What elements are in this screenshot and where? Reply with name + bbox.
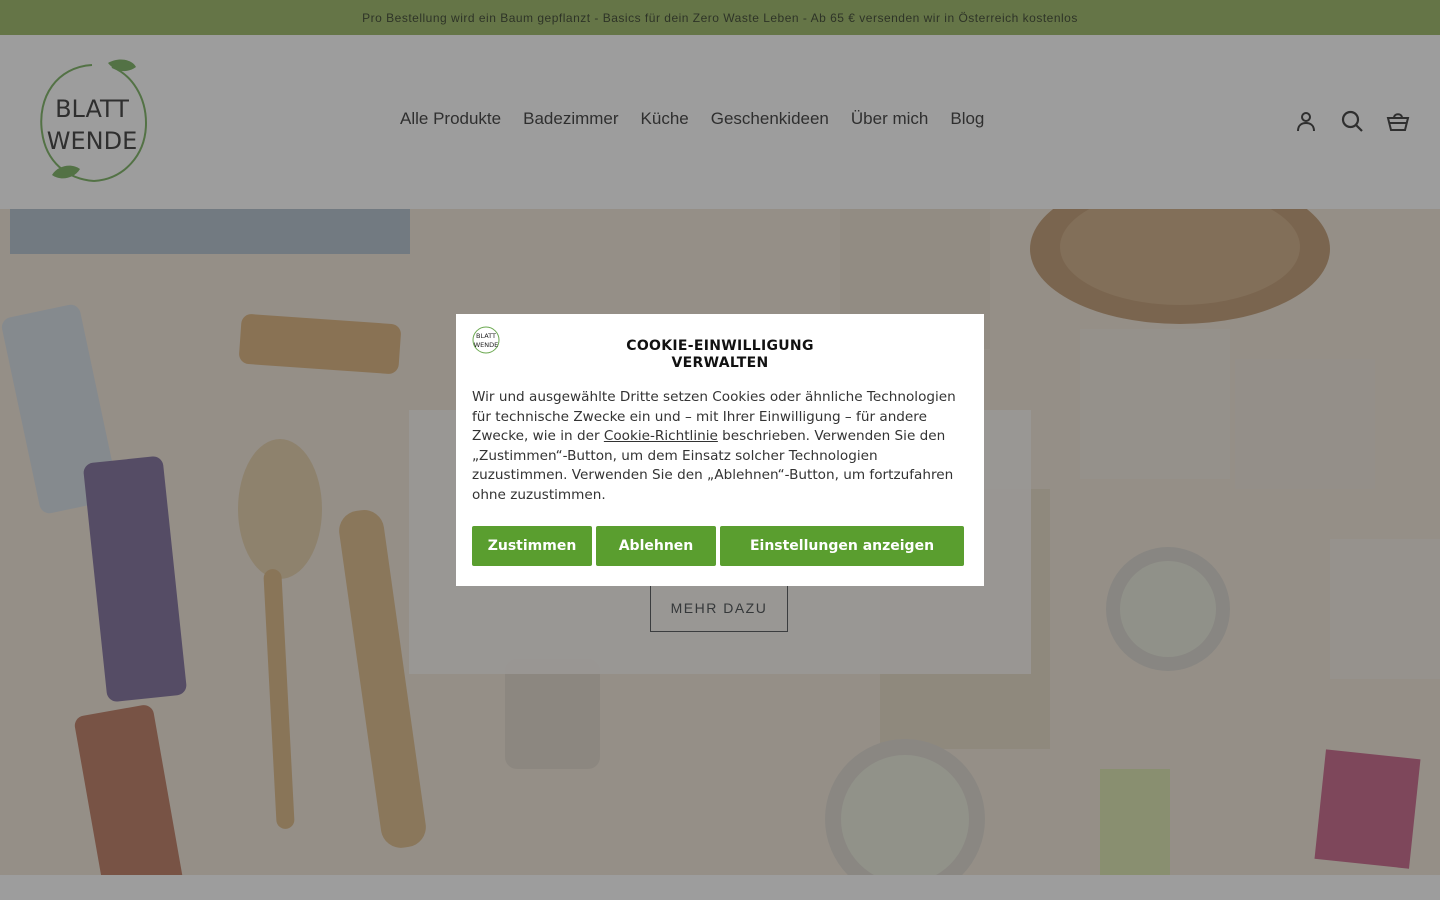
dialog-logo: BLATT WENDE [471, 322, 501, 358]
dialog-title-line1: COOKIE-EINWILLIGUNG [626, 338, 814, 354]
reject-button[interactable]: Ablehnen [596, 526, 716, 566]
dialog-body: Wir und ausgewählte Dritte setzen Cookie… [472, 388, 966, 506]
dialog-button-row: Zustimmen Ablehnen Einstellungen anzeige… [472, 526, 964, 566]
cookie-consent-dialog: BLATT WENDE COOKIE-EINWILLIGUNG VERWALTE… [456, 314, 984, 586]
dialog-title-line2: VERWALTEN [671, 355, 769, 371]
dialog-title: COOKIE-EINWILLIGUNG VERWALTEN [586, 338, 854, 372]
cookie-policy-link[interactable]: Cookie-Richtlinie [604, 428, 718, 444]
settings-button[interactable]: Einstellungen anzeigen [720, 526, 964, 566]
svg-text:WENDE: WENDE [474, 341, 499, 349]
svg-text:BLATT: BLATT [476, 332, 496, 340]
accept-button[interactable]: Zustimmen [472, 526, 592, 566]
